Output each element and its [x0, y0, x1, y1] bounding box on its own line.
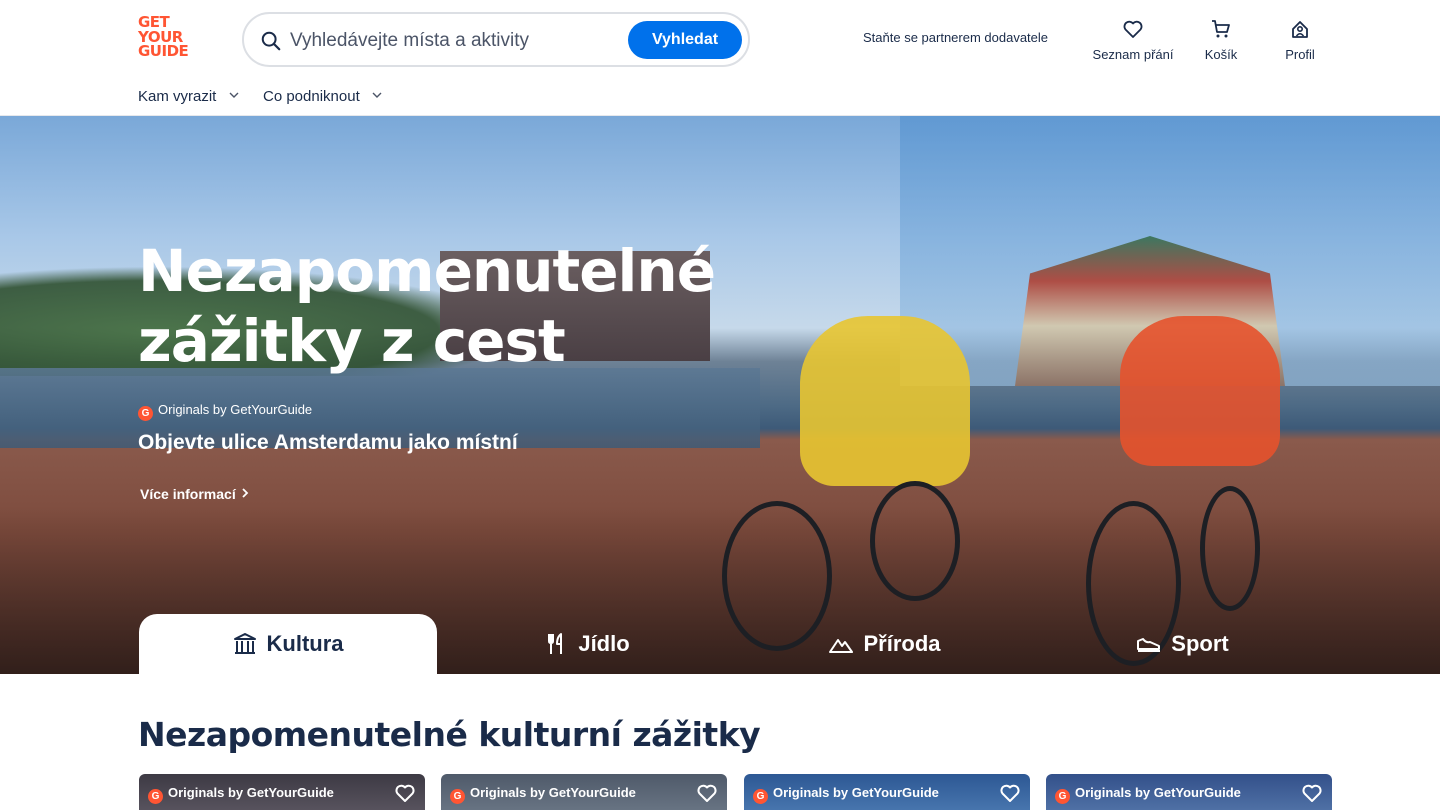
heart-icon[interactable]	[695, 781, 719, 805]
card-badge-label: Originals by GetYourGuide	[1075, 785, 1241, 800]
tab-nature-label: Příroda	[863, 631, 941, 656]
hero-cyclist-red	[1120, 316, 1280, 466]
card-originals-badge: G Originals by GetYourGuide	[1055, 785, 1241, 804]
search-bar[interactable]: Vyhledávejte místa a aktivity Vyhledat	[242, 12, 750, 67]
hero-subtitle: Objevte ulice Amsterdamu jako místní	[138, 431, 518, 454]
profile-icon	[1292, 21, 1308, 38]
supplier-partner-link[interactable]: Staňte se partnerem dodavatele	[863, 30, 1048, 45]
heart-icon[interactable]	[393, 781, 417, 805]
category-tabs: Kultura Jídlo Příroda Sport	[138, 614, 1318, 674]
chevron-down-icon	[372, 92, 382, 98]
hero-bike-wheel	[870, 481, 960, 601]
gyg-g-icon: G	[753, 789, 768, 804]
getyourguide-logo[interactable]: GET YOUR GUIDE	[138, 15, 196, 61]
nav-destinations[interactable]: Kam vyrazit	[138, 88, 239, 105]
tab-food-label: Jídlo	[578, 631, 630, 656]
card-originals-badge: G Originals by GetYourGuide	[450, 785, 636, 804]
hero-title: Nezapomenutelné zážitky z cest	[138, 237, 716, 375]
logo-line-3: GUIDE	[138, 42, 189, 60]
activity-card[interactable]: G Originals by GetYourGuide	[744, 774, 1030, 810]
heart-icon	[1123, 20, 1143, 38]
activity-card[interactable]: G Originals by GetYourGuide	[139, 774, 425, 810]
nav-destinations-label: Kam vyrazit	[138, 88, 217, 105]
activity-card[interactable]: G Originals by GetYourGuide	[441, 774, 727, 810]
tab-nature[interactable]: Příroda	[736, 614, 1034, 674]
profile-label: Profil	[1285, 47, 1315, 62]
fork-knife-icon	[548, 633, 563, 654]
chevron-right-icon	[242, 488, 248, 498]
profile-button[interactable]: Profil	[1278, 17, 1322, 62]
sport-shoe-icon	[1137, 638, 1161, 652]
more-info-link[interactable]: Více informací	[140, 486, 250, 502]
hero-bike-wheel	[1200, 486, 1260, 611]
nav-activities-label: Co podniknout	[263, 88, 360, 105]
activity-card[interactable]: G Originals by GetYourGuide	[1046, 774, 1332, 810]
wishlist-label: Seznam přání	[1092, 47, 1174, 62]
originals-badge: G Originals by GetYourGuide	[138, 402, 312, 421]
hero-banner: Nezapomenutelné zážitky z cest G Original…	[0, 116, 1440, 674]
gyg-g-icon: G	[138, 406, 153, 421]
cart-button[interactable]: Košík	[1198, 17, 1244, 62]
cart-icon	[1212, 20, 1230, 38]
tab-sport-label: Sport	[1171, 631, 1229, 656]
chevron-down-icon	[229, 92, 239, 98]
tab-food[interactable]: Jídlo	[437, 614, 737, 674]
museum-icon	[233, 633, 256, 654]
more-info-label: Více informací	[140, 486, 236, 502]
card-originals-badge: G Originals by GetYourGuide	[753, 785, 939, 804]
card-originals-badge: G Originals by GetYourGuide	[148, 785, 334, 804]
originals-label: Originals by GetYourGuide	[158, 402, 313, 417]
card-badge-label: Originals by GetYourGuide	[168, 785, 334, 800]
hero-cyclist-yellow	[800, 316, 970, 486]
card-badge-label: Originals by GetYourGuide	[470, 785, 636, 800]
search-button[interactable]: Vyhledat	[628, 21, 742, 59]
section-title: Nezapomenutelné kulturní zážitky	[138, 715, 761, 754]
site-header: GET YOUR GUIDE Vyhledávejte místa a akti…	[0, 0, 1440, 116]
nav-activities[interactable]: Co podniknout	[263, 88, 382, 105]
card-badge-label: Originals by GetYourGuide	[773, 785, 939, 800]
tab-culture-label: Kultura	[266, 631, 344, 656]
search-input[interactable]: Vyhledávejte místa a aktivity	[290, 30, 529, 52]
gyg-g-icon: G	[148, 789, 163, 804]
tab-sport[interactable]: Sport	[1034, 614, 1332, 674]
gyg-g-icon: G	[1055, 789, 1070, 804]
tab-culture[interactable]: Kultura	[139, 614, 437, 674]
heart-icon[interactable]	[998, 781, 1022, 805]
wishlist-button[interactable]: Seznam přání	[1090, 17, 1176, 62]
mountain-icon	[829, 639, 854, 653]
gyg-g-icon: G	[450, 789, 465, 804]
cart-label: Košík	[1204, 47, 1238, 62]
search-icon	[261, 31, 281, 51]
heart-icon[interactable]	[1300, 781, 1324, 805]
